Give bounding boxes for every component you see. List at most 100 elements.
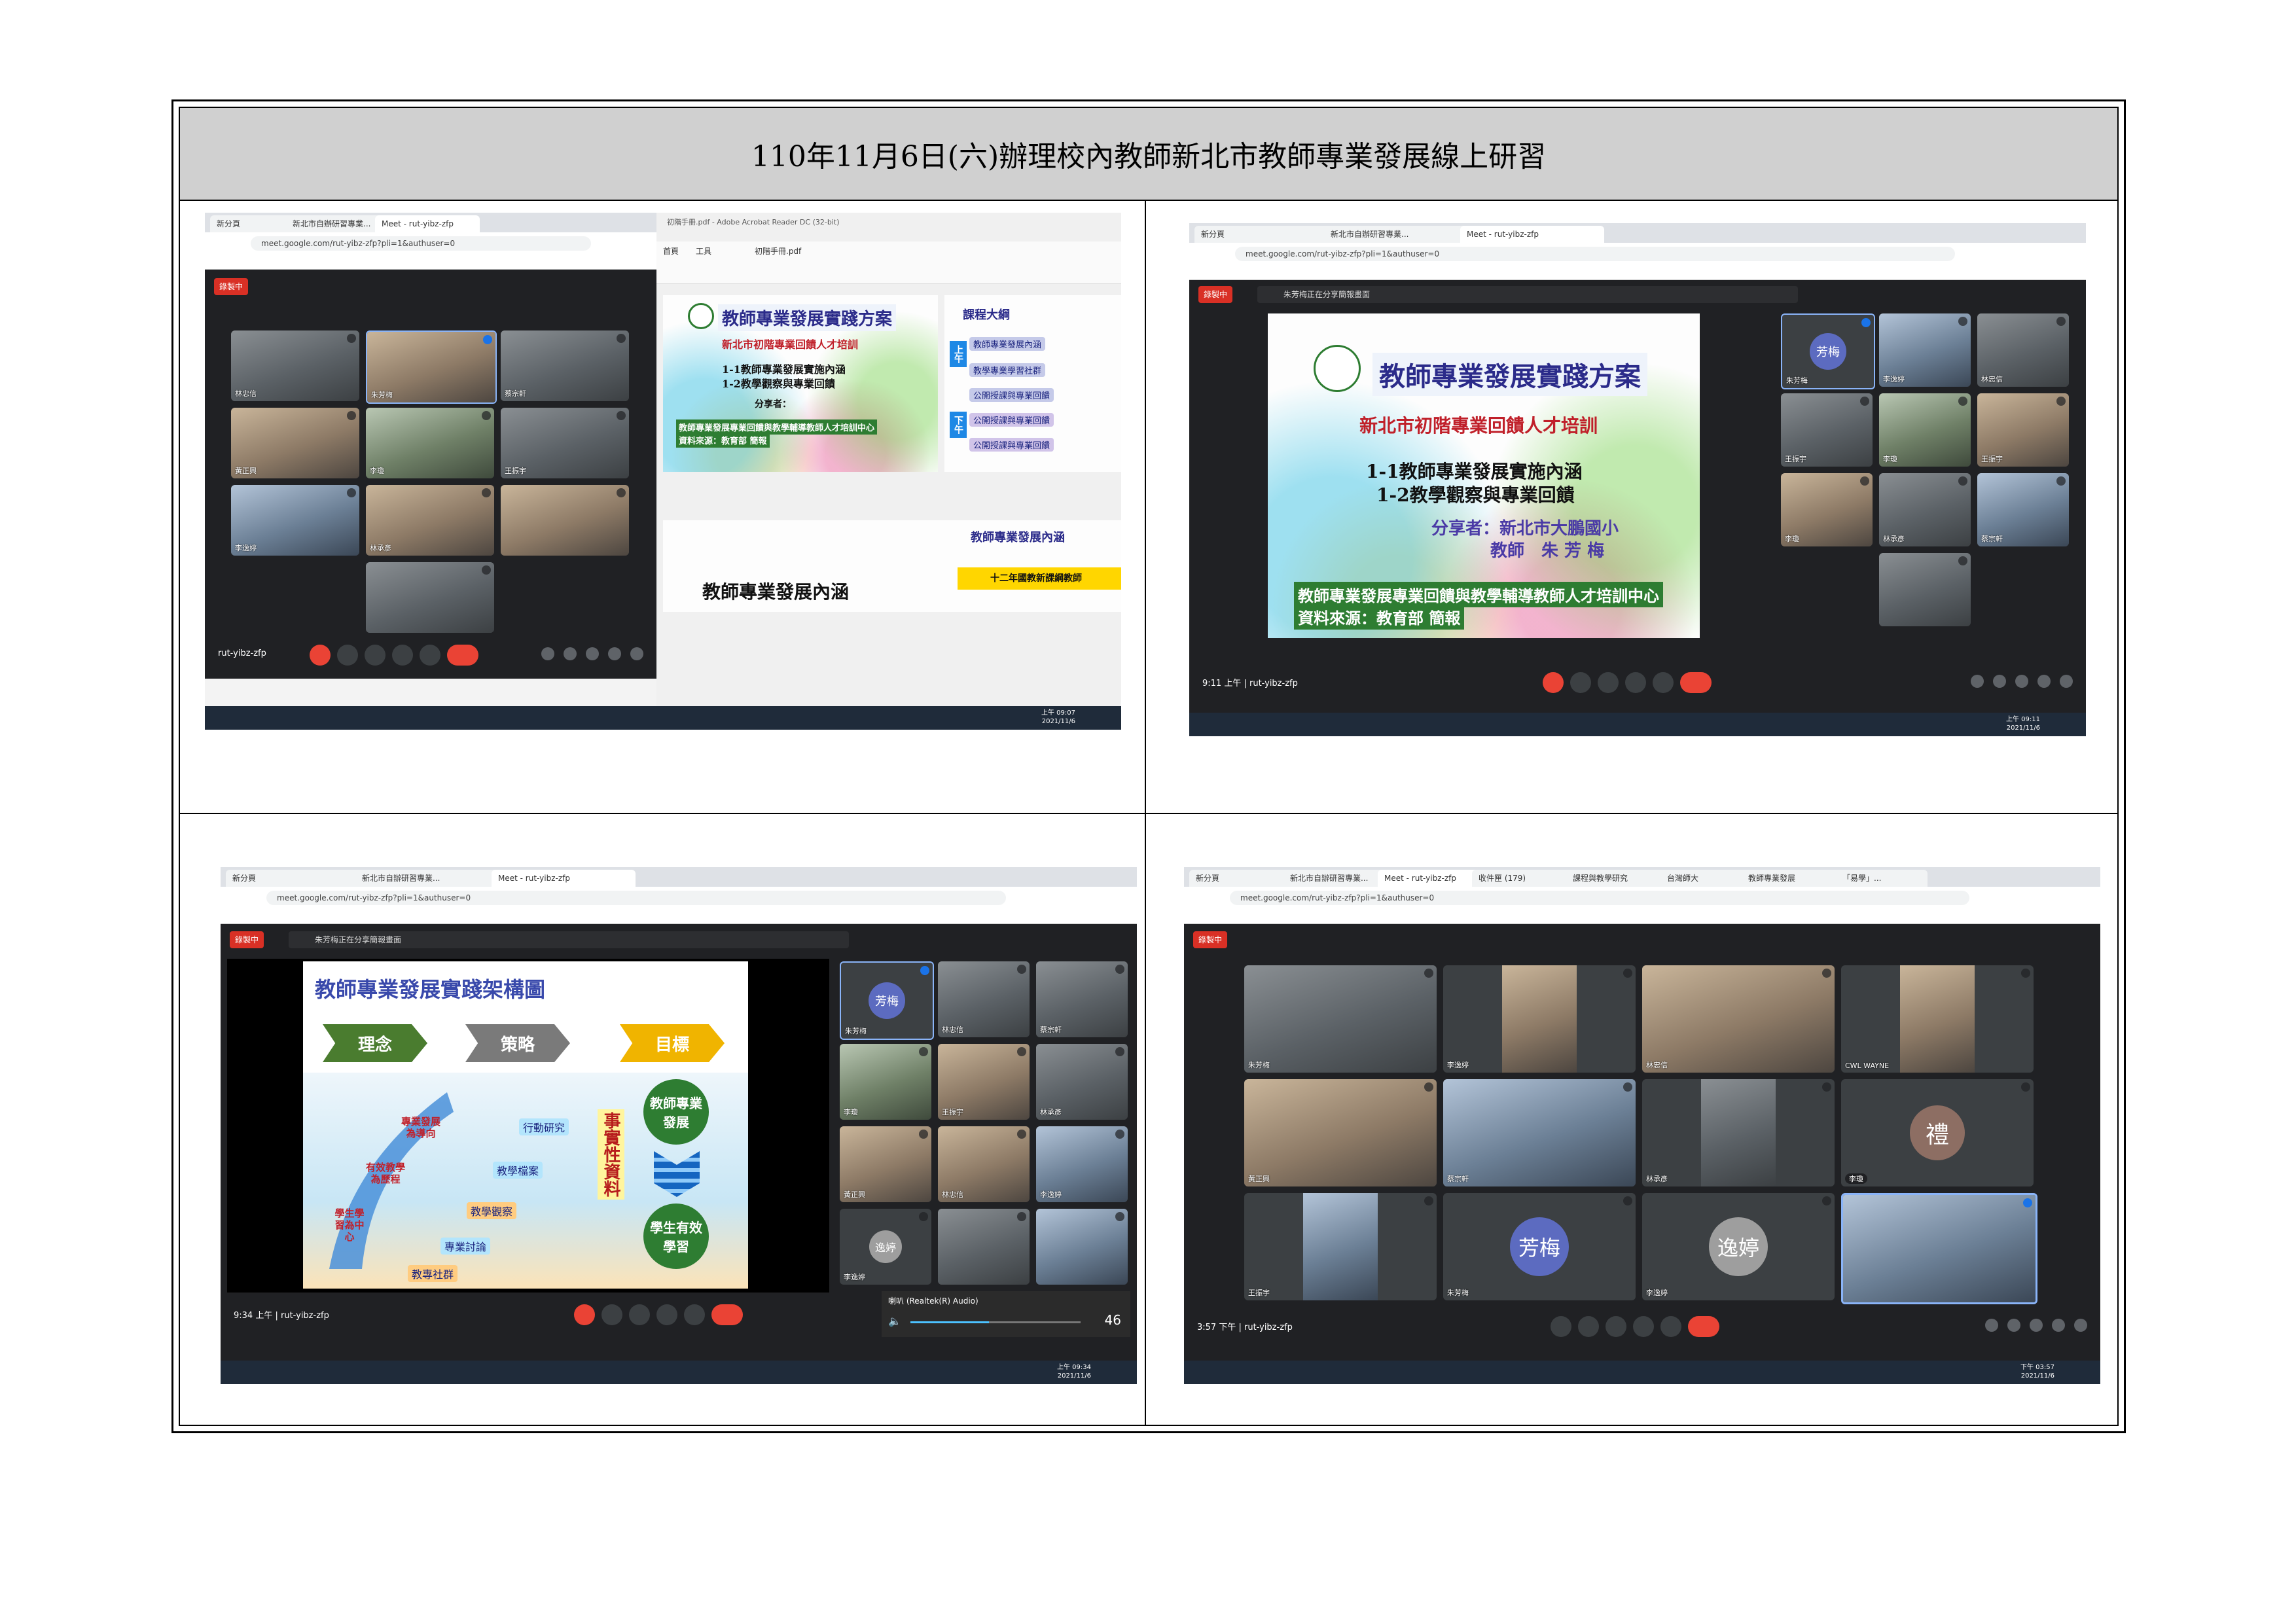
participant-tile[interactable]: 朱芳梅 (1244, 965, 1437, 1073)
more-options-button[interactable] (684, 1304, 705, 1325)
participant-tile[interactable] (1879, 553, 1971, 626)
browser-tab[interactable]: 課程與教學研究 (1566, 870, 1671, 887)
present-button[interactable] (656, 1304, 677, 1325)
browser-tab[interactable]: 「易學」... (1836, 870, 1928, 887)
participant-tile[interactable]: 林忠信 (1977, 313, 2069, 387)
camera-button[interactable] (337, 645, 358, 666)
participant-tile[interactable]: 李逸婷 (1443, 965, 1636, 1073)
mic-button[interactable] (1551, 1316, 1571, 1337)
mic-off-button[interactable] (1543, 672, 1564, 693)
participant-tile[interactable]: 李逸婷 (1036, 1126, 1128, 1202)
participant-tile[interactable]: 林忠信 (1642, 965, 1835, 1073)
participant-tile[interactable]: 蔡宗軒 (1036, 961, 1128, 1037)
participant-tile[interactable]: 林承彥 (1642, 1079, 1835, 1186)
browser-tab[interactable]: 新分頁 (1194, 226, 1332, 243)
menu-document-tab[interactable]: 初階手冊.pdf (755, 245, 801, 257)
chat-icon[interactable] (586, 647, 599, 660)
participant-tile[interactable]: 林忠信 (938, 961, 1030, 1037)
participant-tile[interactable]: 王振宇 (1781, 393, 1873, 467)
participant-tile[interactable]: 芳梅 朱芳梅 (1781, 313, 1875, 389)
browser-tab[interactable]: 新分頁 (210, 215, 295, 232)
url-field[interactable]: meet.google.com/rut-yibz-zfp?pli=1&authu… (266, 891, 1006, 905)
mic-off-button[interactable] (310, 645, 331, 666)
participant-tile[interactable]: 林忠信 (231, 330, 359, 401)
participant-tile[interactable]: 李瓊 (1781, 473, 1873, 546)
mic-off-button[interactable] (574, 1304, 595, 1325)
url-field[interactable]: meet.google.com/rut-yibz-zfp?pli=1&authu… (251, 236, 591, 251)
leave-call-button[interactable] (1688, 1316, 1719, 1337)
raise-hand-button[interactable] (1605, 1316, 1626, 1337)
participant-tile[interactable]: 蔡宗軒 (1443, 1079, 1636, 1186)
participant-tile[interactable]: 芳梅 朱芳梅 (1443, 1193, 1636, 1300)
chat-icon[interactable] (2030, 1319, 2043, 1332)
people-icon[interactable] (1993, 675, 2006, 688)
participant-tile[interactable]: 黃正興 (231, 408, 359, 478)
raise-hand-button[interactable] (1598, 672, 1619, 693)
leave-call-button[interactable] (1680, 672, 1712, 693)
participant-tile[interactable] (501, 485, 629, 556)
people-icon[interactable] (2007, 1319, 2020, 1332)
participant-tile[interactable]: 林承彥 (1879, 473, 1971, 546)
host-controls-icon[interactable] (2060, 675, 2073, 688)
more-options-button[interactable] (1660, 1316, 1681, 1337)
participant-tile[interactable]: 王振宇 (1244, 1193, 1437, 1300)
people-icon[interactable] (564, 647, 577, 660)
participant-tile[interactable]: 黃正興 (840, 1126, 931, 1202)
participant-tile[interactable]: 朱芳梅 (366, 330, 497, 404)
leave-call-button[interactable] (447, 645, 478, 666)
browser-tab[interactable]: 台灣師大 (1660, 870, 1752, 887)
participant-tile[interactable]: 禮李瓊 (1841, 1079, 2034, 1186)
participant-tile[interactable]: 李瓊 (840, 1044, 931, 1120)
activities-icon[interactable] (608, 647, 621, 660)
participant-tile[interactable] (938, 1209, 1030, 1285)
participant-tile[interactable] (1036, 1209, 1128, 1285)
participant-tile[interactable]: CWL WAYNE (1841, 965, 2034, 1073)
participant-tile[interactable]: 林承彥 (1036, 1044, 1128, 1120)
present-button[interactable] (1633, 1316, 1654, 1337)
menu-tools[interactable]: 工具 (696, 245, 711, 257)
participant-tile[interactable]: 林承彥 (366, 485, 494, 556)
chat-icon[interactable] (2015, 675, 2028, 688)
camera-button[interactable] (601, 1304, 622, 1325)
browser-tab[interactable]: 新北市自辦研習專業... (355, 870, 499, 887)
camera-button[interactable] (1570, 672, 1591, 693)
browser-tab[interactable]: 新分頁 (1189, 870, 1294, 887)
activities-icon[interactable] (2037, 675, 2051, 688)
info-icon[interactable] (1971, 675, 1984, 688)
participant-tile[interactable]: 逸婷 李逸婷 (1642, 1193, 1835, 1300)
camera-button[interactable] (1578, 1316, 1599, 1337)
participant-tile[interactable]: 王振宇 (1977, 393, 2069, 467)
participant-tile[interactable]: 李瓊 (1879, 393, 1971, 467)
info-icon[interactable] (1985, 1319, 1998, 1332)
browser-tab[interactable]: 新北市自辦研習專業... (286, 215, 384, 232)
menu-home[interactable]: 首頁 (663, 245, 679, 257)
raise-hand-button[interactable] (629, 1304, 650, 1325)
host-controls-icon[interactable] (2074, 1319, 2087, 1332)
volume-slider[interactable] (910, 1321, 1081, 1323)
browser-tab[interactable]: 教師專業發展 (1742, 870, 1846, 887)
present-button[interactable] (392, 645, 413, 666)
info-icon[interactable] (541, 647, 554, 660)
more-options-button[interactable] (1653, 672, 1674, 693)
participant-tile[interactable]: 蔡宗軒 (501, 330, 629, 401)
host-controls-icon[interactable] (630, 647, 643, 660)
activities-icon[interactable] (2052, 1319, 2065, 1332)
participant-tile[interactable] (366, 562, 494, 633)
present-button[interactable] (1625, 672, 1646, 693)
browser-tab[interactable]: 收件匣 (179) (1472, 870, 1577, 887)
participant-tile[interactable]: 王振宇 (938, 1044, 1030, 1120)
leave-call-button[interactable] (711, 1304, 743, 1325)
participant-tile[interactable]: 王振宇 (501, 408, 629, 478)
participant-tile[interactable]: 蔡宗軒 (1977, 473, 2069, 546)
browser-tab-active[interactable]: Meet - rut-yibz-zfp (375, 215, 480, 232)
more-options-button[interactable] (420, 645, 440, 666)
participant-tile[interactable]: 逸婷 李逸婷 (840, 1209, 931, 1285)
participant-tile[interactable]: 李逸婷 (231, 485, 359, 556)
participant-tile[interactable]: 李逸婷 (1879, 313, 1971, 387)
participant-tile[interactable]: 李瓊 (366, 408, 494, 478)
url-field[interactable]: meet.google.com/rut-yibz-zfp?pli=1&authu… (1235, 247, 1955, 261)
participant-tile[interactable]: 芳梅 朱芳梅 (840, 961, 934, 1040)
browser-tab-active[interactable]: Meet - rut-yibz-zfp (1460, 226, 1604, 243)
speaker-icon[interactable]: 🔈 (888, 1315, 901, 1327)
browser-tab[interactable]: 新北市自辦研習專業... (1283, 870, 1388, 887)
